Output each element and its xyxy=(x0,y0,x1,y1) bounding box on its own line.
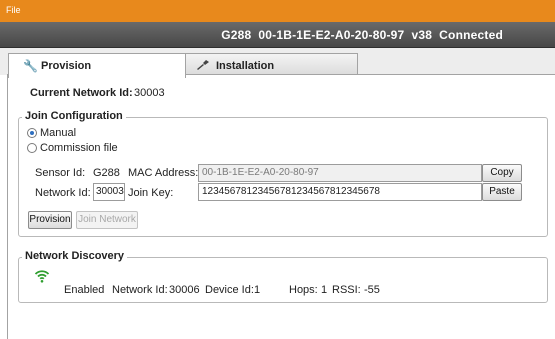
commission-file-radio[interactable] xyxy=(27,143,37,153)
wifi-signal-icon xyxy=(34,268,50,287)
manual-label: Manual xyxy=(40,127,77,139)
network-discovery-title: Network Discovery xyxy=(22,250,128,262)
device-id-label: Device Id: xyxy=(205,284,254,296)
mac-address-field[interactable]: 00-1B-1E-E2-A0-20-80-97 xyxy=(198,164,482,182)
discovery-status: Enabled xyxy=(64,284,105,296)
sensor-id-label: Sensor Id: xyxy=(35,167,86,179)
tab-installation-label: Installation xyxy=(216,60,275,72)
manual-radio[interactable] xyxy=(27,128,37,138)
network-id-label: Network Id: xyxy=(35,187,91,199)
current-network-label: Current Network Id: xyxy=(30,87,133,99)
screwdriver-icon xyxy=(196,59,210,74)
sensor-id-value: G288 xyxy=(93,167,120,179)
hops-label: Hops: xyxy=(289,284,318,296)
tab-strip: 🔧 Provision Installation xyxy=(0,48,555,78)
join-key-label: Join Key: xyxy=(128,187,174,199)
wrench-icon: 🔧 xyxy=(23,59,38,73)
tab-provision[interactable]: 🔧 Provision xyxy=(8,53,186,78)
join-key-field[interactable]: 12345678123456781234567812345678 xyxy=(198,183,482,201)
discovery-network-id-label: Network Id: xyxy=(112,284,168,296)
commission-file-label: Commission file xyxy=(40,142,118,154)
hops-value: 1 xyxy=(321,284,328,296)
device-id-value: 1 xyxy=(254,284,261,296)
provision-panel: Current Network Id: 30003 Join Configura… xyxy=(7,74,555,339)
menu-bar: File xyxy=(0,0,555,22)
join-configuration-title: Join Configuration xyxy=(22,110,126,122)
title-bar: G288 00-1B-1E-E2-A0-20-80-97 v38 Connect… xyxy=(0,22,555,48)
provision-button[interactable]: Provision xyxy=(28,211,72,229)
discovery-network-id-value: 30006 xyxy=(169,284,200,296)
current-network-value: 30003 xyxy=(134,87,165,99)
tab-provision-label: Provision xyxy=(41,60,92,72)
menu-file[interactable]: File xyxy=(6,5,21,15)
network-discovery-group xyxy=(18,257,548,303)
mac-address-label: MAC Address: xyxy=(128,167,199,179)
network-id-field[interactable]: 30003 xyxy=(93,183,125,201)
paste-button[interactable]: Paste xyxy=(482,183,522,201)
copy-button[interactable]: Copy xyxy=(482,164,522,182)
device-status-title: G288 00-1B-1E-E2-A0-20-80-97 v38 Connect… xyxy=(221,28,503,42)
rssi-label: RSSI: xyxy=(332,284,361,296)
rssi-value: -55 xyxy=(364,284,380,296)
join-network-button[interactable]: Join Network xyxy=(76,211,138,229)
